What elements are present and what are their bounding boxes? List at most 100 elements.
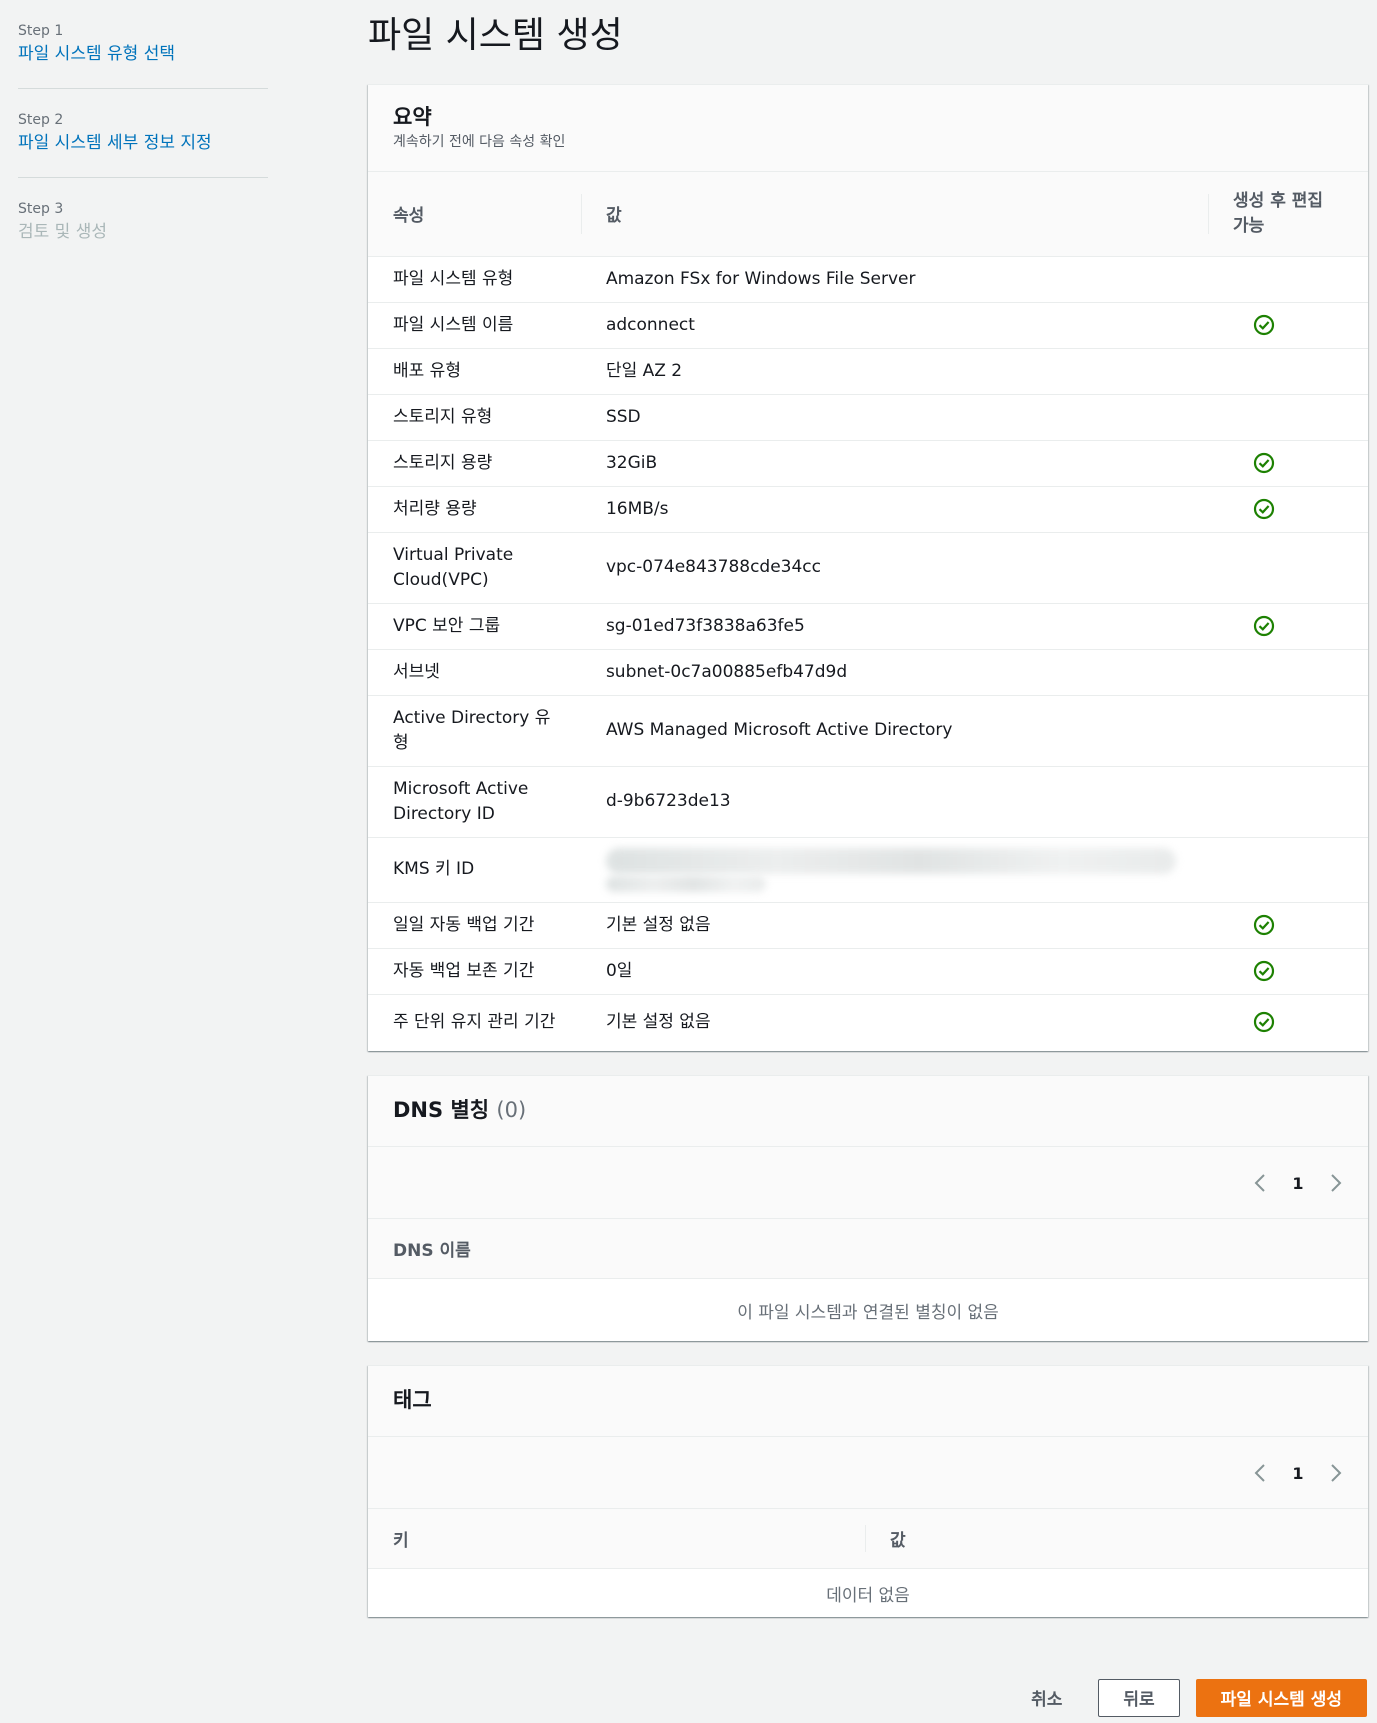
summary-row: 배포 유형 단일 AZ 2 [368, 348, 1368, 395]
attribute-name: 스토리지 용량 [368, 440, 581, 487]
summary-row: 주 단위 유지 관리 기간 기본 설정 없음 [368, 994, 1368, 1051]
attribute-value: 기본 설정 없음 [580, 902, 1208, 949]
summary-row: 파일 시스템 유형 Amazon FSx for Windows File Ser… [368, 256, 1368, 303]
tags-column-header: 키 값 [368, 1509, 1368, 1569]
dns-header: DNS 별칭 (0) [368, 1076, 1368, 1147]
column-header-attribute: 속성 [368, 172, 581, 257]
attribute-name: Active Directory 유형 [368, 695, 581, 767]
editable-indicator [1208, 532, 1368, 604]
dns-pagination-row: 1 [368, 1147, 1368, 1219]
chevron-right-icon[interactable] [1324, 1461, 1348, 1485]
wizard-step-2[interactable]: Step 2 파일 시스템 세부 정보 지정 [18, 111, 268, 178]
attribute-value: d-9b6723de13 [580, 766, 1208, 838]
tags-page-number[interactable]: 1 [1286, 1464, 1310, 1483]
editable-indicator [1208, 649, 1368, 696]
step-link-select-type[interactable]: 파일 시스템 유형 선택 [18, 42, 268, 66]
summary-row: 스토리지 유형 SSD [368, 394, 1368, 441]
back-button[interactable]: 뒤로 [1098, 1678, 1180, 1717]
chevron-left-icon[interactable] [1248, 1171, 1272, 1195]
summary-row: 일일 자동 백업 기간 기본 설정 없음 [368, 902, 1368, 949]
create-file-system-button[interactable]: 파일 시스템 생성 [1195, 1678, 1367, 1717]
editable-indicator [1208, 948, 1368, 995]
editable-indicator [1208, 440, 1368, 487]
step-link-specify-details[interactable]: 파일 시스템 세부 정보 지정 [18, 131, 268, 155]
tags-container: 태그 1 키 값 데이터 없음 [368, 1365, 1368, 1617]
editable-indicator [1208, 486, 1368, 533]
page-title: 파일 시스템 생성 [368, 15, 623, 56]
wizard-step-3: Step 3 검토 및 생성 [18, 200, 268, 267]
main-content: 파일 시스템 생성 요약 계속하기 전에 다음 속성 확인 속성 값 생성 후 … [368, 0, 1368, 1641]
summary-row: KMS 키 ID [368, 837, 1368, 903]
attribute-value: Amazon FSx for Windows File Server [580, 256, 1208, 303]
attribute-name: 파일 시스템 유형 [368, 256, 581, 303]
summary-description: 계속하기 전에 다음 속성 확인 [393, 134, 566, 150]
editable-indicator [1208, 766, 1368, 838]
attribute-name: VPC 보안 그룹 [368, 603, 581, 650]
check-circle-icon [1253, 615, 1275, 636]
summary-row: 파일 시스템 이름 adconnect [368, 302, 1368, 349]
attribute-value: 단일 AZ 2 [580, 348, 1208, 395]
summary-row: 처리량 용량 16MB/s [368, 486, 1368, 533]
attribute-value: vpc-074e843788cde34cc [580, 532, 1208, 604]
column-header-key: 키 [393, 1531, 409, 1551]
check-circle-icon [1253, 314, 1275, 335]
summary-row: VPC 보안 그룹 sg-01ed73f3838a63fe5 [368, 603, 1368, 650]
summary-row: Microsoft Active Directory ID d-9b6723de1… [368, 766, 1368, 838]
attribute-value: subnet-0c7a00885efb47d9d [580, 649, 1208, 696]
dns-column-header: DNS 이름 [368, 1219, 1368, 1279]
summary-table-body: 파일 시스템 유형 Amazon FSx for Windows File Ser… [368, 256, 1368, 1051]
attribute-name: Microsoft Active Directory ID [368, 766, 581, 838]
attribute-value: 0일 [580, 948, 1208, 995]
attribute-value: SSD [580, 394, 1208, 441]
wizard-step-1[interactable]: Step 1 파일 시스템 유형 선택 [18, 22, 268, 89]
redacted-value [605, 875, 766, 892]
attribute-value [580, 837, 1208, 903]
attribute-value: 16MB/s [580, 486, 1208, 533]
cancel-button[interactable]: 취소 [1011, 1677, 1082, 1718]
attribute-name: 처리량 용량 [368, 486, 581, 533]
tags-empty-state: 데이터 없음 [826, 1585, 910, 1606]
summary-row: 스토리지 용량 32GiB [368, 440, 1368, 487]
editable-indicator [1208, 348, 1368, 395]
check-circle-icon [1253, 1012, 1275, 1033]
chevron-right-icon[interactable] [1324, 1171, 1348, 1195]
attribute-name: 배포 유형 [368, 348, 581, 395]
attribute-name: 일일 자동 백업 기간 [368, 902, 581, 949]
attribute-name: 파일 시스템 이름 [368, 302, 581, 349]
summary-row: Virtual Private Cloud(VPC) vpc-074e843788… [368, 532, 1368, 604]
editable-indicator [1208, 394, 1368, 441]
check-circle-icon [1253, 914, 1275, 935]
tags-header: 태그 [368, 1366, 1368, 1437]
step-number: Step 3 [18, 201, 64, 217]
check-circle-icon [1253, 452, 1275, 473]
chevron-left-icon[interactable] [1248, 1461, 1272, 1485]
dns-count: (0) [496, 1098, 527, 1122]
check-circle-icon [1253, 960, 1275, 981]
summary-row: 자동 백업 보존 기간 0일 [368, 948, 1368, 995]
summary-header: 요약 계속하기 전에 다음 속성 확인 [368, 85, 1368, 172]
attribute-name: Virtual Private Cloud(VPC) [368, 532, 581, 604]
tags-pagination-row: 1 [368, 1437, 1368, 1509]
attribute-name: 자동 백업 보존 기간 [368, 948, 581, 995]
step-current-review: 검토 및 생성 [18, 222, 108, 242]
attribute-value: sg-01ed73f3838a63fe5 [580, 603, 1208, 650]
dns-title: DNS 별칭 (0) [393, 1098, 527, 1122]
dns-aliases-container: DNS 별칭 (0) 1 DNS 이름 이 파일 시스템과 연결된 별칭이 없음 [368, 1075, 1368, 1341]
step-number: Step 2 [18, 112, 64, 128]
wizard-actions: 취소 뒤로 파일 시스템 생성 [1011, 1677, 1367, 1718]
editable-indicator [1208, 994, 1368, 1051]
column-header-editable: 생성 후 편집 가능 [1208, 172, 1368, 257]
dns-page-number[interactable]: 1 [1286, 1174, 1310, 1193]
wizard-steps: Step 1 파일 시스템 유형 선택 Step 2 파일 시스템 세부 정보 … [18, 22, 268, 289]
editable-indicator [1208, 256, 1368, 303]
dns-pagination: 1 [1248, 1171, 1348, 1195]
editable-indicator [1208, 902, 1368, 949]
column-header-value: 값 [580, 172, 1208, 257]
summary-row: 서브넷 subnet-0c7a00885efb47d9d [368, 649, 1368, 696]
redacted-value [605, 847, 1176, 874]
check-circle-icon [1253, 498, 1275, 519]
tags-title: 태그 [393, 1388, 432, 1412]
attribute-name: 스토리지 유형 [368, 394, 581, 441]
tags-pagination: 1 [1248, 1461, 1348, 1485]
attribute-value: adconnect [580, 302, 1208, 349]
